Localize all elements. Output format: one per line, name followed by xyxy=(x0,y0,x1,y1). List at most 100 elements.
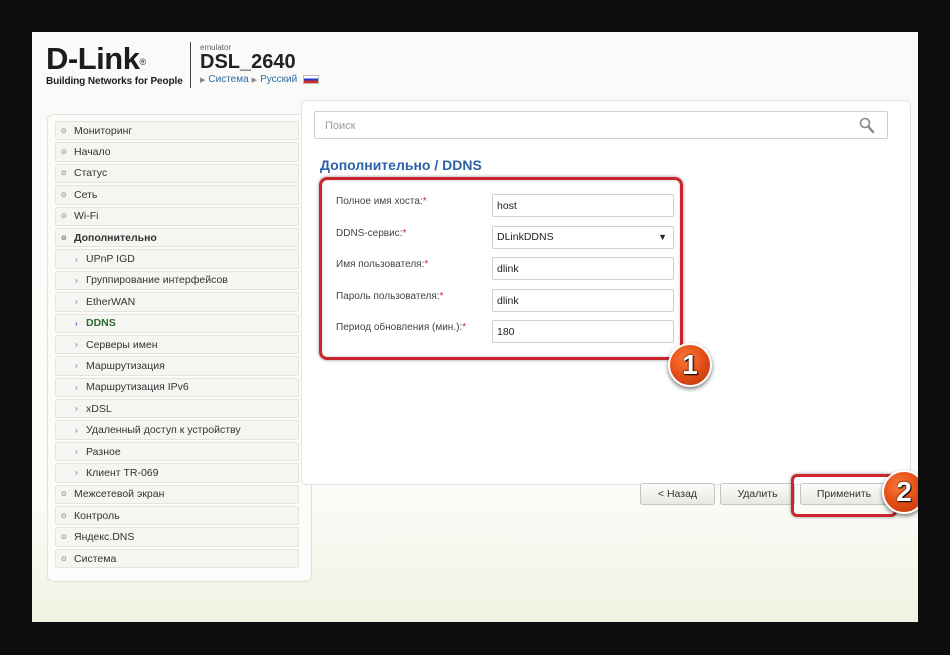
field-value: dlink xyxy=(497,263,519,275)
step-1-badge: 1 xyxy=(668,343,712,387)
main-panel: Поиск Дополнительно / DDNS Полное имя хо… xyxy=(301,100,911,505)
field-label: Период обновления (мин.):* xyxy=(336,322,496,333)
chevron-right-icon: › xyxy=(75,447,78,457)
chevron-right-circle-icon: ⊙ xyxy=(61,170,67,178)
chevron-right-icon: › xyxy=(75,275,78,285)
sidebar-item[interactable]: › Клиент TR-069 xyxy=(55,463,299,483)
chevron-right-circle-icon: ⊙ xyxy=(61,149,67,157)
sidebar-item[interactable]: › Группирование интерфейсов xyxy=(55,270,299,291)
logo-text: D-Link xyxy=(46,41,140,76)
sidebar-item-label: Группирование интерфейсов xyxy=(86,274,228,287)
chevron-right-icon: › xyxy=(75,468,78,478)
required-mark: * xyxy=(439,290,444,302)
sidebar-item[interactable]: › DDNS xyxy=(55,313,299,333)
sidebar-item-label: EtherWAN xyxy=(86,295,136,308)
sidebar-item[interactable]: ⊖ Дополнительно xyxy=(55,227,299,248)
sidebar-item[interactable]: ⊙ Система xyxy=(55,548,299,569)
crumb-arrow-icon: ▶ xyxy=(200,76,206,84)
chevron-down-icon: ⊖ xyxy=(61,234,67,242)
sidebar-item-label: Начало xyxy=(74,146,111,159)
field-value: DLinkDDNS xyxy=(497,231,554,243)
sidebar-item[interactable]: › UPnP IGD xyxy=(55,249,299,269)
crumb-system-link[interactable]: Система xyxy=(208,74,248,85)
sidebar-item-label: Дополнительно xyxy=(74,231,157,244)
search-input[interactable]: Поиск xyxy=(314,111,888,139)
sidebar-item-label: Клиент TR-069 xyxy=(86,466,159,479)
chevron-right-icon: › xyxy=(75,318,78,328)
field-value: dlink xyxy=(497,294,519,307)
sidebar-item[interactable]: ⊙ Начало xyxy=(55,142,299,162)
chevron-right-icon: › xyxy=(75,382,78,392)
logo-tagline: Building Networks for People xyxy=(46,76,183,87)
chevron-right-icon: › xyxy=(75,340,78,350)
sidebar-item[interactable]: › Маршрутизация IPv6 xyxy=(55,377,299,398)
page-title: Дополнительно / DDNS xyxy=(320,157,482,173)
sidebar-item-label: Мониторинг xyxy=(74,124,133,137)
chevron-right-circle-icon: ⊙ xyxy=(61,127,67,135)
sidebar-item-label: Яндекс.DNS xyxy=(74,531,135,544)
crumb-arrow-icon: ▶ xyxy=(251,76,258,84)
router-web-ui: D-Link® Building Networks for People emu… xyxy=(32,32,918,622)
form-row: Пароль пользователя:* dlink xyxy=(332,286,674,318)
sidebar: ⊙ Мониторинг ⊙ Начало ⊙ Статус ⊙ Сеть ⊙ Wi-Fi ⊖ Доп… xyxy=(47,114,312,582)
ddns-form: Полное имя хоста:* host DDNS-сервис:* DLink… xyxy=(332,191,674,349)
sidebar-item-label: Межсетевой экран xyxy=(74,488,165,501)
sidebar-item-label: Разное xyxy=(86,445,121,458)
sidebar-item[interactable]: › EtherWAN xyxy=(55,292,299,312)
crumb-language-link[interactable]: Русский xyxy=(260,74,297,85)
sidebar-item-label: Статус xyxy=(74,167,108,180)
dlink-logo: D-Link® Building Networks for People xyxy=(46,41,186,88)
chevron-right-icon: › xyxy=(75,361,78,371)
sidebar-item[interactable]: ⊙ Межсетевой экран xyxy=(55,484,299,505)
sidebar-item[interactable]: ⊙ Яндекс.DNS xyxy=(55,527,299,547)
dropdown-arrow-icon[interactable]: ▼ xyxy=(658,232,667,242)
field-label: Имя пользователя:* xyxy=(336,259,496,270)
chevron-right-circle-icon: ⊙ xyxy=(61,555,67,563)
form-row: Полное имя хоста:* host xyxy=(332,191,674,223)
sidebar-item[interactable]: ⊙ Статус xyxy=(55,163,299,184)
sidebar-item[interactable]: ⊙ Сеть xyxy=(55,185,299,205)
sidebar-item-label: xDSL xyxy=(86,402,112,415)
field-label-text: DDNS-сервис: xyxy=(336,227,403,239)
form-row: DDNS-сервис:* DLinkDDNS ▼ xyxy=(332,223,674,255)
header-breadcrumb: ▶ Система ▶ Русский xyxy=(200,74,320,85)
apply-button[interactable]: Применить xyxy=(800,483,888,505)
field-label-text: Период обновления (мин.): xyxy=(336,322,463,333)
sidebar-item[interactable]: ⊙ Wi-Fi xyxy=(55,206,299,226)
chevron-right-circle-icon: ⊙ xyxy=(61,213,67,221)
sidebar-item-label: Контроль xyxy=(74,509,120,522)
field-label: Пароль пользователя:* xyxy=(336,291,496,302)
field-label-text: Имя пользователя: xyxy=(336,259,425,270)
required-mark: * xyxy=(424,259,429,270)
field-value: 180 xyxy=(497,326,515,338)
form-row: Имя пользователя:* dlink xyxy=(332,254,674,286)
search-icon[interactable] xyxy=(859,117,875,137)
chevron-right-circle-icon: ⊙ xyxy=(61,512,67,520)
sidebar-item[interactable]: › Удаленный доступ к устройству xyxy=(55,420,299,440)
ddns-service-select[interactable]: DLinkDDNS ▼ xyxy=(492,225,674,249)
text-field[interactable]: dlink xyxy=(492,288,674,312)
sidebar-item[interactable]: ⊙ Мониторинг xyxy=(55,121,299,141)
sidebar-item-label: DDNS xyxy=(86,317,116,330)
header-divider xyxy=(190,42,191,88)
sidebar-item[interactable]: › Разное xyxy=(55,441,299,462)
text-field[interactable]: dlink xyxy=(492,257,674,280)
sidebar-item-label: Удаленный доступ к устройству xyxy=(86,424,241,437)
chevron-right-icon: › xyxy=(75,404,78,414)
russia-flag-icon[interactable] xyxy=(303,75,320,84)
field-label: DDNS-сервис:* xyxy=(336,228,496,239)
sidebar-item-label: Wi-Fi xyxy=(74,210,99,223)
sidebar-item[interactable]: › Маршрутизация xyxy=(55,356,299,376)
required-mark: * xyxy=(422,196,427,207)
sidebar-item[interactable]: ⊙ Контроль xyxy=(55,506,299,526)
logo-registered-mark: ® xyxy=(139,57,146,67)
delete-button[interactable]: Удалить xyxy=(720,483,795,505)
text-field[interactable]: 180 xyxy=(492,320,674,343)
sidebar-item[interactable]: › Серверы имен xyxy=(55,334,299,355)
sidebar-item[interactable]: › xDSL xyxy=(55,399,299,419)
chevron-right-icon: › xyxy=(75,254,78,264)
text-field[interactable]: host xyxy=(492,194,674,217)
back-button[interactable]: < Назад xyxy=(640,483,715,505)
field-label-text: Пароль пользователя: xyxy=(336,290,440,302)
chevron-right-icon: › xyxy=(75,297,78,307)
